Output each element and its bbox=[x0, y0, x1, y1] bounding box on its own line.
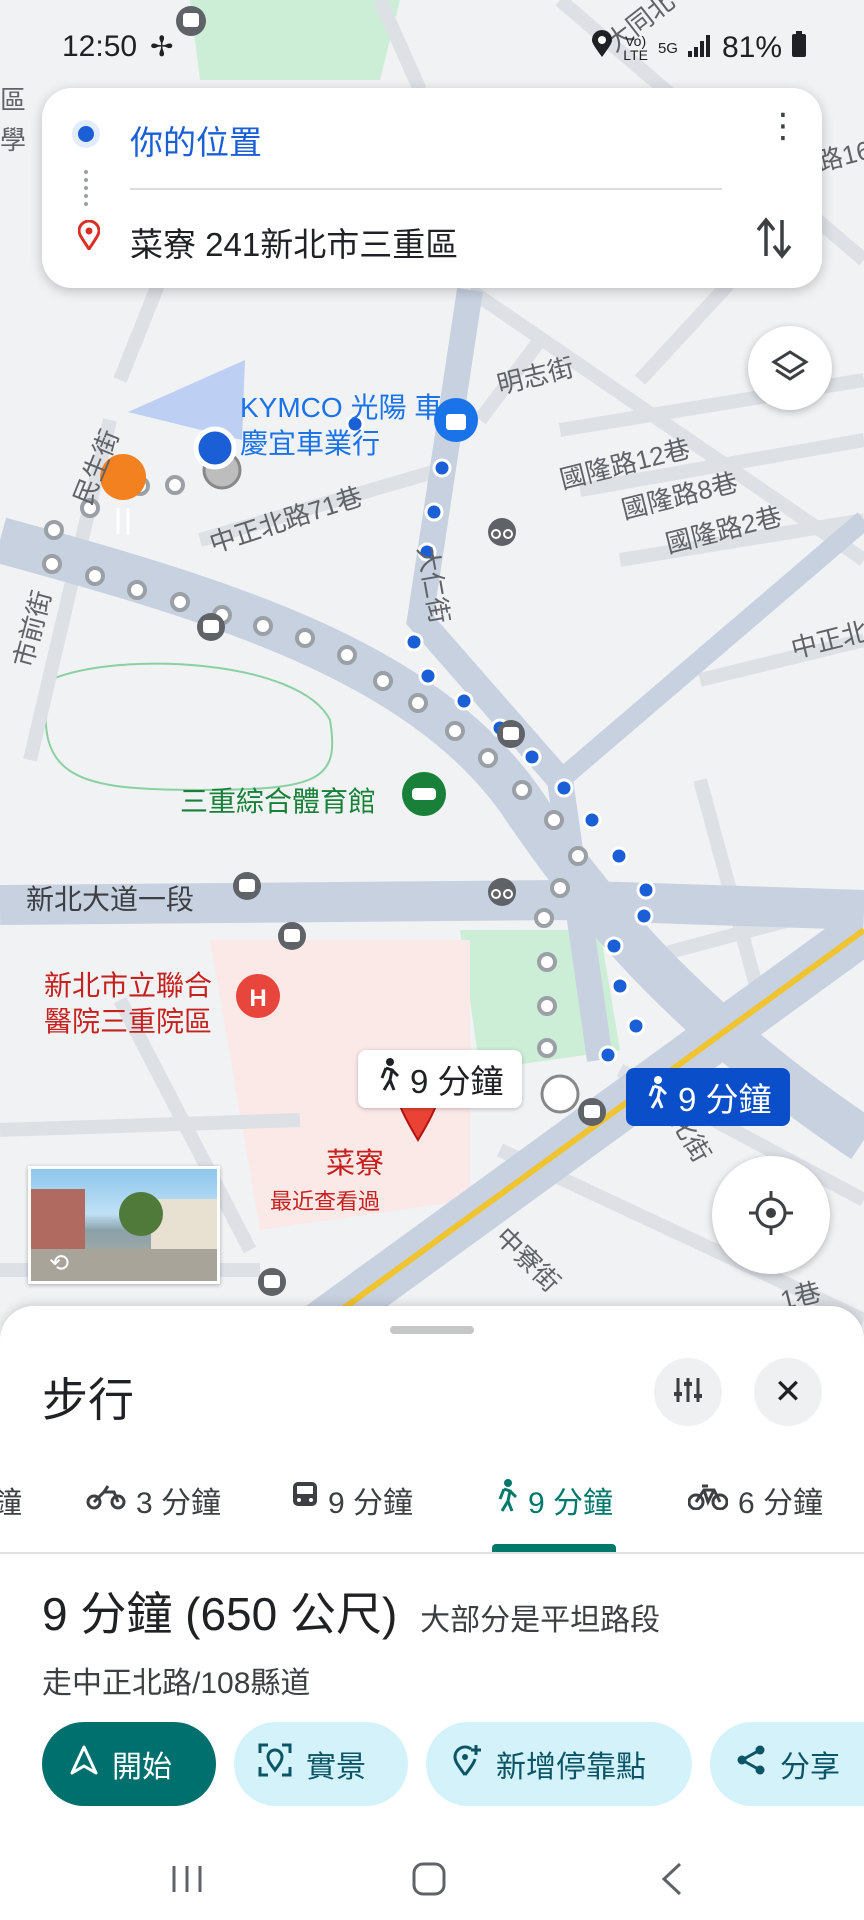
travel-mode-tabs: 鐘 3 分鐘 9 分鐘 9 分鐘 6 分鐘 bbox=[0, 1456, 864, 1554]
poi-hospital[interactable]: 新北市立聯合 醫院三重院區 bbox=[44, 968, 234, 1040]
destination-name[interactable]: 菜寮 bbox=[326, 1146, 384, 1182]
recent-apps-icon[interactable] bbox=[170, 1864, 204, 1899]
route-note: 大部分是平坦路段 bbox=[420, 1604, 661, 1637]
motorcycle-icon bbox=[86, 1482, 126, 1518]
street-label: 新北大道一段 bbox=[26, 884, 195, 915]
home-icon[interactable] bbox=[412, 1862, 446, 1901]
directions-sheet: 步行 ✕ 鐘 3 分鐘 9 分鐘 9 分鐘 6 分鐘 9 分鐘 (650 公尺)… bbox=[0, 1306, 864, 1920]
walk-icon bbox=[644, 1076, 668, 1118]
bus-stop-icon[interactable] bbox=[233, 872, 261, 900]
tune-icon bbox=[672, 1374, 704, 1411]
sheet-title: 步行 bbox=[42, 1374, 134, 1426]
bus-stop-icon[interactable] bbox=[278, 922, 306, 950]
rotate-360-icon: ⟲ bbox=[49, 1250, 70, 1277]
battery-icon bbox=[792, 31, 806, 65]
bus-stop-icon[interactable] bbox=[258, 1268, 286, 1296]
street-view-thumbnail[interactable]: ⟲ bbox=[28, 1166, 220, 1284]
origin-field[interactable]: 你的位置 bbox=[130, 116, 262, 164]
share-icon bbox=[736, 1744, 766, 1784]
poi-gym[interactable]: 三重綜合體育館 bbox=[180, 780, 376, 820]
battery-percent: 81% bbox=[721, 31, 782, 64]
poi-kymco[interactable]: KYMCO 光陽 車慶宜車業行 bbox=[240, 390, 450, 462]
destination-pin-icon bbox=[77, 219, 101, 255]
status-icons: Vo) LTE 5G 81% bbox=[591, 30, 806, 66]
swap-icon[interactable] bbox=[754, 216, 794, 265]
route-dots-icon bbox=[84, 170, 92, 206]
gym-icon[interactable] bbox=[402, 772, 446, 816]
transit-icon bbox=[292, 1481, 318, 1519]
route-via: 走中正北路/108縣道 bbox=[42, 1667, 311, 1700]
hospital-icon[interactable]: H bbox=[236, 974, 280, 1018]
live-view-button[interactable]: 實景 bbox=[234, 1722, 408, 1806]
layers-button[interactable] bbox=[748, 326, 832, 410]
signal-icon bbox=[687, 31, 712, 65]
live-view-icon bbox=[258, 1743, 292, 1785]
divider bbox=[130, 188, 722, 190]
tab-motorcycle[interactable]: 3 分鐘 bbox=[86, 1478, 221, 1522]
bike-station-icon[interactable] bbox=[488, 878, 516, 906]
directions-card: 你的位置 菜寮 241新北市三重區 ⋮ bbox=[42, 88, 822, 288]
route-options-button[interactable] bbox=[654, 1358, 722, 1426]
volte-icon: Vo) LTE bbox=[623, 33, 648, 63]
add-location-icon bbox=[452, 1743, 482, 1785]
end-point bbox=[540, 1074, 580, 1114]
bus-stop-icon[interactable] bbox=[578, 1098, 606, 1126]
route-duration: 9 分鐘 bbox=[42, 1588, 173, 1640]
fan-icon: ✢ bbox=[150, 31, 174, 62]
tab-walk[interactable]: 9 分鐘 bbox=[494, 1478, 613, 1522]
destination-subtitle: 最近查看過 bbox=[270, 1189, 381, 1214]
route-summary: 9 分鐘 (650 公尺) 大部分是平坦路段 bbox=[42, 1578, 660, 1644]
add-stop-button[interactable]: 新增停靠點 bbox=[426, 1722, 692, 1806]
tab-drive[interactable]: 鐘 bbox=[0, 1478, 22, 1522]
network-type: 5G bbox=[657, 39, 678, 57]
main-route-time[interactable]: 9 分鐘 bbox=[626, 1068, 790, 1126]
active-tab-indicator bbox=[492, 1544, 616, 1552]
street-label: 學 bbox=[0, 125, 27, 155]
start-button[interactable]: 開始 bbox=[42, 1722, 216, 1806]
tab-transit[interactable]: 9 分鐘 bbox=[292, 1478, 413, 1522]
status-bar: 12:50 ✢ Vo) LTE 5G 81% bbox=[0, 0, 864, 96]
my-location-icon bbox=[747, 1189, 795, 1242]
more-options-icon[interactable]: ⋮ bbox=[766, 109, 800, 143]
walk-icon bbox=[376, 1058, 400, 1100]
route-distance: (650 公尺) bbox=[185, 1588, 398, 1640]
bus-stop-icon[interactable] bbox=[497, 720, 525, 748]
my-location-dot[interactable] bbox=[193, 426, 237, 470]
close-button[interactable]: ✕ bbox=[754, 1358, 822, 1426]
layers-icon bbox=[770, 346, 810, 391]
recenter-button[interactable] bbox=[712, 1156, 830, 1274]
origin-dot-icon bbox=[72, 120, 100, 148]
back-icon[interactable] bbox=[660, 1862, 684, 1901]
close-icon: ✕ bbox=[773, 1373, 803, 1411]
system-navigation-bar bbox=[0, 1830, 864, 1920]
sheet-handle[interactable] bbox=[390, 1326, 474, 1334]
tab-bike[interactable]: 6 分鐘 bbox=[687, 1478, 823, 1522]
location-icon bbox=[591, 30, 613, 66]
share-button[interactable]: 分享 bbox=[710, 1722, 864, 1806]
bike-station-icon[interactable] bbox=[488, 518, 516, 546]
walk-icon bbox=[494, 1479, 518, 1521]
svg-text:H: H bbox=[249, 985, 266, 1012]
bike-icon bbox=[687, 1482, 729, 1518]
navigation-arrow-icon bbox=[70, 1745, 98, 1783]
bus-stop-icon[interactable] bbox=[197, 613, 225, 641]
alt-route-time[interactable]: 9 分鐘 bbox=[358, 1050, 522, 1108]
status-time: 12:50 bbox=[62, 30, 138, 63]
destination-field[interactable]: 菜寮 241新北市三重區 bbox=[130, 218, 458, 266]
